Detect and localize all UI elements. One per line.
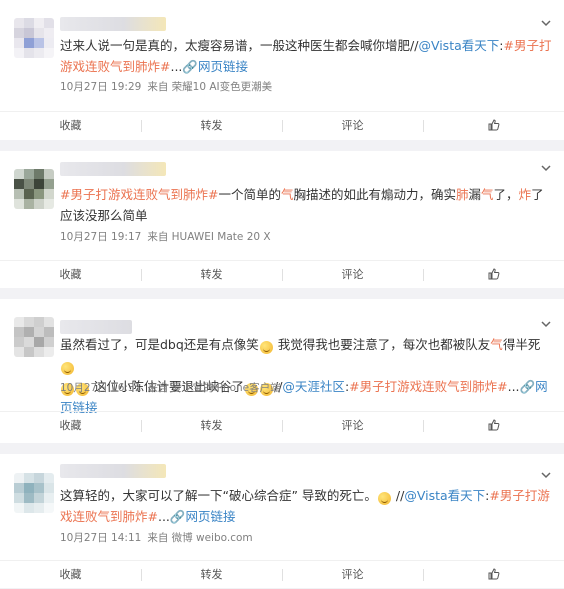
- post-text-segment: 漏: [468, 187, 482, 202]
- post-time[interactable]: 10月27日 19:29: [60, 81, 141, 93]
- repost-button[interactable]: 转发: [141, 412, 282, 440]
- post-meta: 10月27日 19:29 来自 荣耀10 AI变色更潮美: [60, 79, 272, 94]
- comment-button[interactable]: 评论: [282, 561, 423, 589]
- mention-link[interactable]: @Vista看天下: [404, 488, 485, 503]
- emoji-icon: [emo]: [377, 492, 391, 505]
- avatar[interactable]: [14, 317, 54, 357]
- like-button[interactable]: [423, 412, 564, 440]
- repost-button[interactable]: 转发: [141, 561, 282, 589]
- post-text-segment: 虽然看过了，可是dbq还是有点像笑: [60, 337, 259, 352]
- thumbs-up-icon: [488, 419, 499, 431]
- post-meta: 10月27日 16:31 来自 爱丁宝的iPhone客户端: [60, 380, 281, 395]
- topic-link[interactable]: #男子打游戏连败气到肺炸#: [60, 187, 218, 202]
- post-text-segment: 得半死: [502, 337, 541, 352]
- post-meta: 10月27日 19:17 来自 HUAWEI Mate 20 X: [60, 229, 271, 244]
- topic-link[interactable]: 炸: [519, 187, 532, 202]
- comment-button[interactable]: 评论: [282, 112, 423, 140]
- repost-button[interactable]: 转发: [141, 112, 282, 140]
- post-card: 过来人说一句是真的，太瘦容易谱，一般这种医生都会喊你增肥//@Vista看天下:…: [0, 0, 564, 140]
- post-source: 来自 爱丁宝的iPhone客户端: [147, 382, 281, 394]
- post-time[interactable]: 10月27日 14:11: [60, 532, 141, 544]
- repost-button[interactable]: 转发: [141, 261, 282, 289]
- mention-link[interactable]: 🔗网页链接: [170, 509, 236, 524]
- chevron-down-icon[interactable]: [540, 162, 552, 174]
- post-source: 来自 微博 weibo.com: [147, 532, 253, 544]
- post-text-segment: 过来人说一句是真的，太瘦容易谱，一般这种医生都会喊你增肥//: [60, 38, 419, 53]
- post-source: 来自 HUAWEI Mate 20 X: [147, 231, 271, 243]
- thumbs-up-icon: [488, 568, 499, 580]
- mention-link[interactable]: @天涯社区: [282, 379, 345, 394]
- action-bar: 收藏 转发 评论: [0, 111, 564, 140]
- post-card: 这算轻的，大家可以了解一下“破心综合症” 导致的死亡。[emo] //@Vist…: [0, 454, 564, 588]
- mention-link[interactable]: 🔗网页链接: [182, 59, 248, 74]
- like-button[interactable]: [423, 561, 564, 589]
- topic-link[interactable]: 气: [281, 187, 294, 202]
- topic-link[interactable]: 肺: [456, 187, 469, 202]
- post-source: 来自 荣耀10 AI变色更潮美: [147, 81, 273, 93]
- action-bar: 收藏 转发 评论: [0, 560, 564, 589]
- post-text-segment: 我觉得我也要注意了，每次也都被队友: [273, 337, 491, 352]
- username-redacted[interactable]: [60, 17, 166, 31]
- post-text: 虽然看过了，可是dbq还是有点像笑[emo] 我觉得我也要注意了，每次也都被队友…: [60, 334, 555, 418]
- avatar[interactable]: [14, 473, 54, 513]
- post-text-segment: ...: [507, 379, 520, 394]
- post-text-segment: //: [391, 488, 405, 503]
- post-text: 这算轻的，大家可以了解一下“破心综合症” 导致的死亡。[emo] //@Vist…: [60, 485, 555, 527]
- thumbs-up-icon: [488, 119, 499, 131]
- post-time[interactable]: 10月27日 19:17: [60, 231, 141, 243]
- favorite-button[interactable]: 收藏: [0, 412, 141, 440]
- topic-link[interactable]: #男子打游戏连败气到肺炸#: [349, 379, 507, 394]
- like-button[interactable]: [423, 261, 564, 289]
- post-text: 过来人说一句是真的，太瘦容易谱，一般这种医生都会喊你增肥//@Vista看天下:…: [60, 35, 555, 77]
- post-text-segment: 胸描述的如此有煽动力，确实: [293, 187, 456, 202]
- chevron-down-icon[interactable]: [540, 17, 552, 29]
- avatar[interactable]: [14, 169, 54, 209]
- comment-button[interactable]: 评论: [282, 412, 423, 440]
- like-button[interactable]: [423, 112, 564, 140]
- post-text-segment: 这算轻的，大家可以了解一下“破心综合症” 导致的死亡。: [60, 488, 377, 503]
- post-text: #男子打游戏连败气到肺炸#一个简单的气胸描述的如此有煽动力，确实肺漏气了，炸了应…: [60, 184, 555, 226]
- favorite-button[interactable]: 收藏: [0, 112, 141, 140]
- post-meta: 10月27日 14:11 来自 微博 weibo.com: [60, 530, 253, 545]
- post-text-segment: 一个简单的: [218, 187, 281, 202]
- chevron-down-icon[interactable]: [540, 318, 552, 330]
- post-time[interactable]: 10月27日 16:31: [60, 382, 141, 394]
- topic-link[interactable]: 气: [481, 187, 494, 202]
- mention-link[interactable]: @Vista看天下: [418, 38, 499, 53]
- comment-button[interactable]: 评论: [282, 261, 423, 289]
- action-bar: 收藏 转发 评论: [0, 260, 564, 289]
- thumbs-up-icon: [488, 268, 499, 280]
- action-bar: 收藏 转发 评论: [0, 411, 564, 440]
- favorite-button[interactable]: 收藏: [0, 261, 141, 289]
- username-redacted[interactable]: [60, 464, 166, 478]
- topic-link[interactable]: 气: [490, 337, 503, 352]
- emoji-icon: [emo]: [61, 362, 74, 375]
- avatar[interactable]: [14, 18, 54, 58]
- post-card: 虽然看过了，可是dbq还是有点像笑[emo] 我觉得我也要注意了，每次也都被队友…: [0, 299, 564, 443]
- username-redacted[interactable]: [60, 162, 166, 176]
- post-text-segment: ...: [157, 509, 170, 524]
- weibo-feed: 过来人说一句是真的，太瘦容易谱，一般这种医生都会喊你增肥//@Vista看天下:…: [0, 0, 564, 588]
- username-redacted[interactable]: [60, 320, 132, 334]
- post-text-segment: ...: [170, 59, 183, 74]
- chevron-down-icon[interactable]: [540, 469, 552, 481]
- post-card: #男子打游戏连败气到肺炸#一个简单的气胸描述的如此有煽动力，确实肺漏气了，炸了应…: [0, 151, 564, 288]
- favorite-button[interactable]: 收藏: [0, 561, 141, 589]
- emoji-icon: [emo]: [259, 341, 273, 354]
- post-text-segment: 了，: [493, 187, 519, 202]
